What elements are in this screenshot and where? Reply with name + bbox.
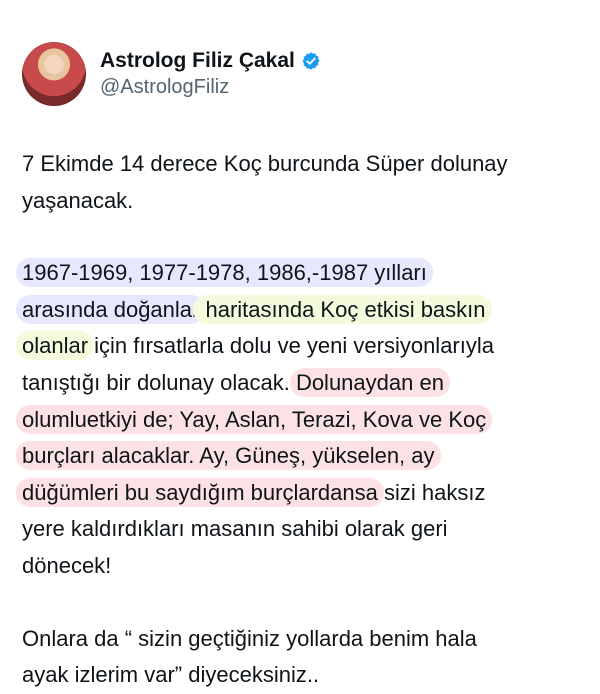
text-line: 7 Ekimde 14 derece Koç burcunda Süper do… <box>22 151 508 176</box>
text-line: ayak izlerim var” diyeceksiniz.. <box>22 662 320 688</box>
highlight-blue: 1967-1969, 1977-1978, 1986,-1987 yılları <box>16 258 433 288</box>
text-plain: sizi haksız <box>377 479 486 505</box>
verified-badge-icon <box>302 52 320 70</box>
highlight-green: haritasında Koç etkisi baskın <box>193 294 492 324</box>
text-line: olanlar için fırsatlarla dolu ve yeni ve… <box>16 328 582 365</box>
user-handle[interactable]: @AstrologFiliz <box>100 74 321 100</box>
text-plain: için fırsatlarla dolu ve yeni versiyonla… <box>88 333 494 359</box>
avatar[interactable] <box>22 42 86 106</box>
paragraph-main: 1967-1969, 1977-1978, 1986,-1987 yılları… <box>16 255 582 584</box>
text-line: arasında doğanlar haritasında Koç etkisi… <box>16 292 582 329</box>
highlight-red: olumluetkiyi de; Yay, Aslan, Terazi, Kov… <box>16 404 493 434</box>
highlight-blue: arasında doğanlar <box>16 294 206 324</box>
text-line: Onlara da “ sizin geçtiğiniz yollarda be… <box>22 625 477 651</box>
paragraph-closing: Onlara da “ sizin geçtiğiniz yollarda be… <box>22 621 582 694</box>
author-info: Astrolog Filiz Çakal @AstrologFiliz <box>100 48 321 100</box>
text-line: dönecek! <box>22 552 112 578</box>
text-line: yere kaldırdıkları masanın sahibi olarak… <box>22 516 448 542</box>
text-line: düğümleri bu saydığım burçlardansa sizi … <box>16 475 582 512</box>
text-line: 1967-1969, 1977-1978, 1986,-1987 yılları <box>16 255 582 292</box>
text-plain: tanıştığı bir dolunay olacak. <box>22 369 296 395</box>
highlight-red: burçları alacaklar. Ay, Güneş, yükselen,… <box>16 441 441 471</box>
highlight-red: düğümleri bu saydığım burçlardansa <box>16 477 384 507</box>
display-name[interactable]: Astrolog Filiz Çakal <box>100 48 295 74</box>
highlight-green: olanlar <box>16 331 95 361</box>
paragraph-intro: 7 Ekimde 14 derece Koç burcunda Süper do… <box>22 146 582 219</box>
name-row: Astrolog Filiz Çakal <box>100 48 321 74</box>
tweet-header: Astrolog Filiz Çakal @AstrologFiliz <box>22 40 321 108</box>
highlight-red: Dolunaydan en <box>289 367 450 397</box>
text-line: yaşanacak. <box>22 187 134 213</box>
text-line: tanıştığı bir dolunay olacak. Dolunaydan… <box>22 365 582 402</box>
tweet-text: 7 Ekimde 14 derece Koç burcunda Süper do… <box>16 146 582 694</box>
text-line: burçları alacaklar. Ay, Güneş, yükselen,… <box>16 438 582 475</box>
text-line: olumluetkiyi de; Yay, Aslan, Terazi, Kov… <box>16 402 582 439</box>
